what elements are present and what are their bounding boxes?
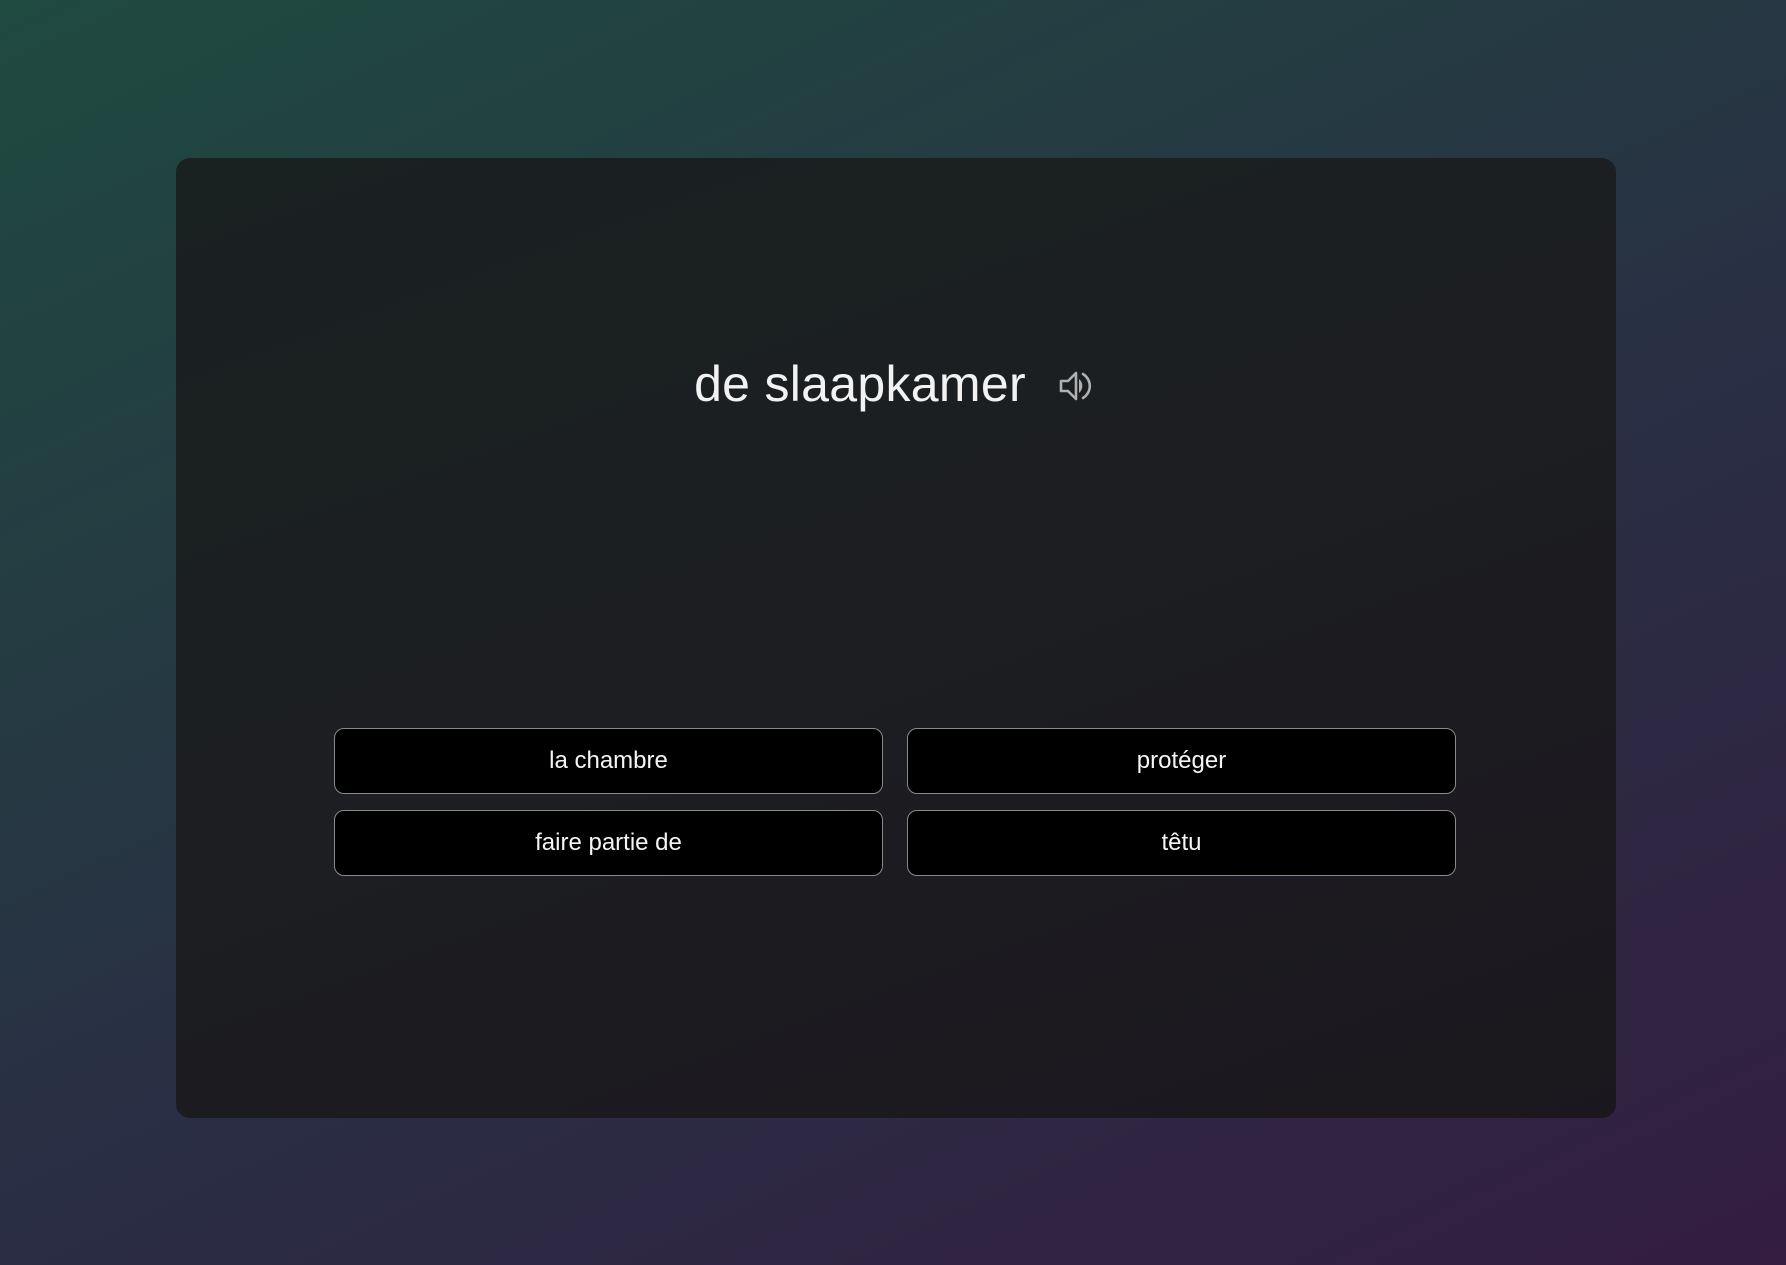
quiz-card: de slaapkamer la chambre protéger faire … bbox=[176, 158, 1616, 1118]
prompt-word: de slaapkamer bbox=[694, 356, 1026, 412]
speaker-icon[interactable] bbox=[1054, 364, 1098, 408]
answer-option[interactable]: la chambre bbox=[334, 728, 883, 794]
answer-option[interactable]: protéger bbox=[907, 728, 1456, 794]
prompt-row: de slaapkamer bbox=[176, 354, 1616, 414]
answer-option[interactable]: têtu bbox=[907, 810, 1456, 876]
answer-option[interactable]: faire partie de bbox=[334, 810, 883, 876]
answer-options: la chambre protéger faire partie de têtu bbox=[334, 728, 1456, 876]
